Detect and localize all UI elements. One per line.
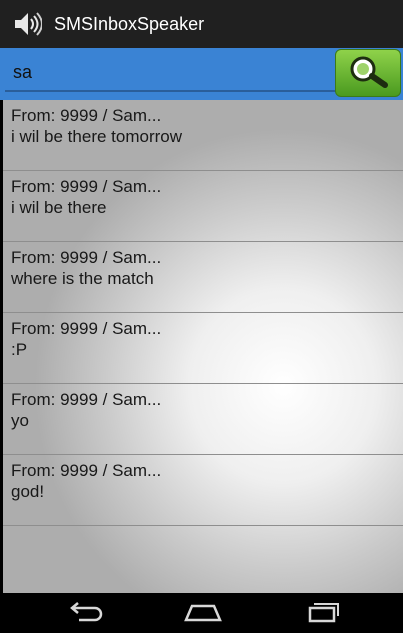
message-body: :P	[11, 340, 28, 359]
search-bar	[0, 48, 403, 100]
message-item[interactable]: From: 9999 / Sam... where is the match	[3, 242, 403, 313]
navigation-bar	[0, 593, 403, 633]
message-sender: From: 9999 / Sam...	[11, 319, 162, 338]
message-item[interactable]: From: 9999 / Sam... god!	[3, 455, 403, 526]
message-sender: From: 9999 / Sam...	[11, 390, 162, 409]
speaker-icon	[10, 7, 44, 41]
message-body: i wil be there	[11, 198, 107, 217]
search-icon	[345, 52, 391, 95]
message-body: i wil be there tomorrow	[11, 127, 183, 146]
message-item[interactable]: From: 9999 / Sam... yo	[3, 384, 403, 455]
back-icon	[65, 600, 105, 629]
search-input[interactable]	[5, 54, 338, 92]
home-button[interactable]	[179, 601, 227, 627]
app-title: SMSInboxSpeaker	[54, 13, 205, 34]
message-sender: From: 9999 / Sam...	[11, 177, 162, 196]
message-item[interactable]: From: 9999 / Sam... i wil be there tomor…	[3, 100, 403, 171]
message-sender: From: 9999 / Sam...	[11, 248, 162, 267]
action-bar: SMSInboxSpeaker	[0, 0, 403, 48]
message-item[interactable]: From: 9999 / Sam... :P	[3, 313, 403, 384]
home-icon	[183, 600, 223, 629]
message-list: From: 9999 / Sam... i wil be there tomor…	[3, 100, 403, 593]
message-sender: From: 9999 / Sam...	[11, 461, 162, 480]
back-button[interactable]	[61, 601, 109, 627]
search-button[interactable]	[335, 49, 401, 97]
recents-button[interactable]	[298, 601, 346, 627]
message-body: where is the match	[11, 269, 154, 288]
message-item[interactable]: From: 9999 / Sam... i wil be there	[3, 171, 403, 242]
recents-icon	[302, 600, 342, 629]
message-body: god!	[11, 482, 45, 501]
message-sender: From: 9999 / Sam...	[11, 106, 162, 125]
message-body: yo	[11, 411, 29, 430]
